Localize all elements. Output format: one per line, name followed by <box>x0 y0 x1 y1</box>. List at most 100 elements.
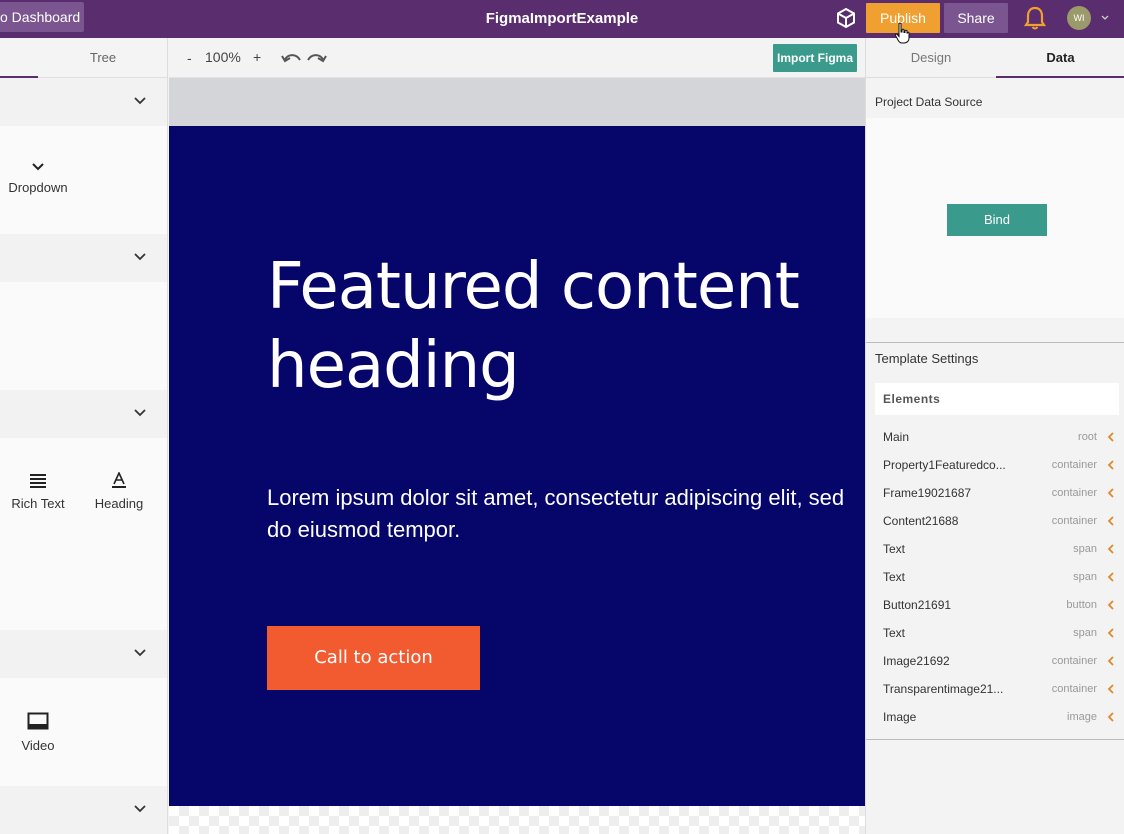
share-button[interactable]: Share <box>944 3 1008 33</box>
element-row[interactable]: Text span <box>875 619 1119 647</box>
canvas-toolbar: - 100% + Import Figma <box>169 38 865 78</box>
transparent-area <box>169 806 865 834</box>
element-type: span <box>1073 571 1097 583</box>
dropdown-widget[interactable]: Dropdown <box>0 162 78 195</box>
element-name: Main <box>883 430 910 444</box>
element-row[interactable]: Property1Featuredco... container <box>875 451 1119 479</box>
widget-section-header[interactable] <box>0 234 167 282</box>
element-row[interactable]: Content21688 container <box>875 507 1119 535</box>
import-figma-button[interactable]: Import Figma <box>773 44 857 72</box>
element-name: Text <box>883 626 906 640</box>
element-name: Frame19021687 <box>883 486 972 500</box>
video-widget[interactable]: Video <box>0 712 78 753</box>
element-row[interactable]: Image21692 container <box>875 647 1119 675</box>
heading-icon <box>112 472 126 488</box>
chevron-down-icon[interactable] <box>133 408 147 418</box>
chevron-left-icon[interactable] <box>1107 712 1115 722</box>
tab-design[interactable]: Design <box>866 50 996 65</box>
tab-data[interactable]: Data <box>996 50 1124 65</box>
chevron-left-icon[interactable] <box>1107 572 1115 582</box>
widget-section: Dropdown <box>0 126 167 234</box>
chevron-down-icon[interactable] <box>133 804 147 814</box>
hero-text[interactable]: Lorem ipsum dolor sit amet, consectetur … <box>267 482 847 546</box>
chevron-left-icon[interactable] <box>1107 460 1115 470</box>
element-type: container <box>1051 487 1097 499</box>
chevron-down-icon[interactable] <box>133 648 147 658</box>
element-type: span <box>1073 627 1097 639</box>
hand-cursor-icon <box>894 22 910 44</box>
element-name: Button21691 <box>883 598 952 612</box>
chevron-left-icon[interactable] <box>1107 544 1115 554</box>
avatar[interactable]: WI <box>1067 6 1091 30</box>
chevron-down-icon <box>32 163 44 171</box>
properties-panel: Design Data Project Data Source Bind Tem… <box>865 38 1124 834</box>
element-type: container <box>1051 515 1097 527</box>
zoom-out-button[interactable]: - <box>187 50 192 66</box>
element-name: Content21688 <box>883 514 959 528</box>
widget-section-header[interactable] <box>0 786 167 834</box>
widgets-panel: Tree Dropdown Rich Text Heading Video <box>0 38 168 834</box>
bell-icon[interactable] <box>1023 5 1047 31</box>
element-row[interactable]: Image image <box>875 703 1119 731</box>
element-type: container <box>1051 655 1097 667</box>
widget-section: Rich Text Heading <box>0 438 167 630</box>
tab-tree[interactable]: Tree <box>60 50 146 65</box>
chevron-left-icon[interactable] <box>1107 516 1115 526</box>
widget-label: Dropdown <box>8 180 68 195</box>
element-row[interactable]: Button21691 button <box>875 591 1119 619</box>
widget-label: Heading <box>94 496 144 511</box>
divider <box>866 342 1124 343</box>
hero-heading[interactable]: Featured content heading <box>267 248 857 406</box>
cube-icon[interactable] <box>835 7 857 29</box>
widget-label: Rich Text <box>11 496 65 511</box>
template-settings-label: Template Settings <box>875 351 979 366</box>
canvas-top-strip <box>169 78 865 126</box>
element-name: Text <box>883 570 906 584</box>
hero-section[interactable]: Featured content heading Lorem ipsum dol… <box>169 126 865 806</box>
element-row[interactable]: Main root <box>875 423 1119 451</box>
chevron-left-icon[interactable] <box>1107 600 1115 610</box>
element-row[interactable]: Text span <box>875 563 1119 591</box>
elements-header: Elements <box>875 383 1119 415</box>
chevron-left-icon[interactable] <box>1107 432 1115 442</box>
rich-text-widget[interactable]: Rich Text <box>0 472 78 511</box>
redo-icon[interactable] <box>305 50 327 66</box>
chevron-left-icon[interactable] <box>1107 628 1115 638</box>
widget-section-header[interactable] <box>0 78 167 126</box>
data-source-area: Bind <box>866 118 1124 318</box>
heading-widget[interactable]: Heading <box>79 472 159 511</box>
top-bar: o Dashboard FigmaImportExample Publish S… <box>0 0 1124 38</box>
element-type: container <box>1051 683 1097 695</box>
element-type: button <box>1066 599 1097 611</box>
chevron-down-icon[interactable] <box>1100 13 1110 23</box>
element-type: root <box>1078 431 1097 443</box>
widget-section <box>0 282 167 390</box>
chevron-left-icon[interactable] <box>1107 488 1115 498</box>
element-name: Text <box>883 542 906 556</box>
chevron-down-icon[interactable] <box>133 252 147 262</box>
video-icon <box>27 712 49 730</box>
element-row[interactable]: Transparentimage21... container <box>875 675 1119 703</box>
element-row[interactable]: Text span <box>875 535 1119 563</box>
elements-list: Main root Property1Featuredco... container F… <box>875 423 1119 731</box>
chevron-left-icon[interactable] <box>1107 656 1115 666</box>
widget-section: Video <box>0 678 167 786</box>
element-name: Image <box>883 710 917 724</box>
element-type: container <box>1051 459 1097 471</box>
chevron-down-icon[interactable] <box>133 96 147 106</box>
call-to-action-button[interactable]: Call to action <box>267 626 480 690</box>
element-row[interactable]: Frame19021687 container <box>875 479 1119 507</box>
back-to-dashboard-button[interactable]: o Dashboard <box>0 2 84 32</box>
widget-label: Video <box>21 738 55 753</box>
active-tab-indicator <box>996 76 1124 78</box>
undo-icon[interactable] <box>281 50 303 66</box>
bind-button[interactable]: Bind <box>947 204 1047 236</box>
zoom-level: 100% <box>205 49 241 65</box>
element-name: Transparentimage21... <box>883 682 1004 696</box>
zoom-in-button[interactable]: + <box>253 49 261 65</box>
widget-section-header[interactable] <box>0 630 167 678</box>
design-canvas[interactable]: Featured content heading Lorem ipsum dol… <box>169 78 865 834</box>
chevron-left-icon[interactable] <box>1107 684 1115 694</box>
widget-section-header[interactable] <box>0 390 167 438</box>
left-tabs: Tree <box>0 38 167 78</box>
